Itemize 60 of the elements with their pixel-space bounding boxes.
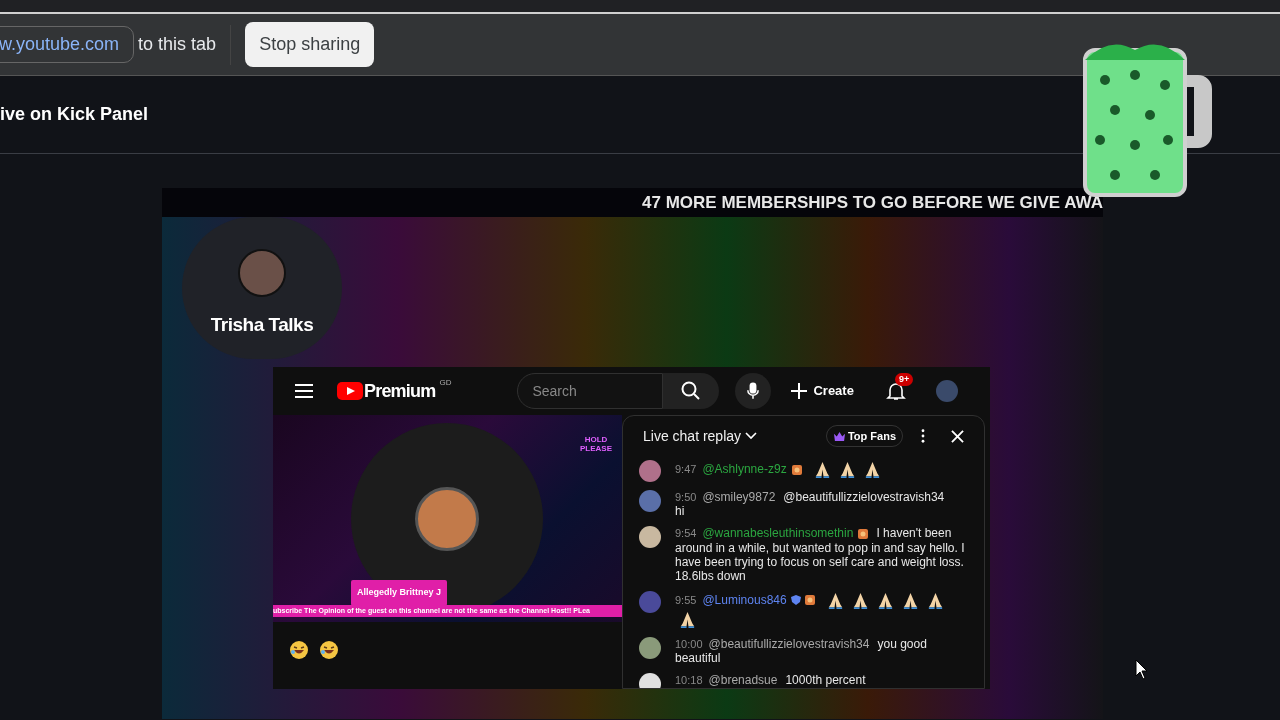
message-time: 10:18: [675, 673, 703, 686]
message-time: 9:47: [675, 462, 697, 475]
message-time: 9:54: [675, 527, 697, 539]
banner-text: 47 MORE MEMBERSHIPS TO GO BEFORE WE GIVE AWA: [642, 191, 1103, 214]
sticker-icon: [802, 593, 817, 608]
shield-icon: [789, 594, 802, 607]
user-avatar: [639, 590, 661, 613]
bell-icon[interactable]: [885, 381, 906, 401]
message-text: you good: [877, 636, 927, 651]
search-field[interactable]: Search: [517, 373, 664, 409]
message-time: 9:55: [675, 593, 697, 606]
author-name[interactable]: @smiley9872: [702, 490, 776, 504]
message-text: @beautifullizzielovestravish34: [783, 490, 945, 504]
microphone-icon: [747, 382, 760, 400]
message-text: beautiful: [675, 650, 722, 665]
author-name[interactable]: @brenadsue: [708, 672, 778, 687]
sticker-icon: [856, 526, 871, 541]
message-time: 9:50: [675, 491, 697, 503]
user-avatar: [639, 526, 661, 548]
message-time: 10:00: [675, 637, 703, 650]
message-text: I haven't been: [876, 526, 952, 540]
search-button[interactable]: [663, 373, 720, 409]
mouse-cursor-icon: [1135, 659, 1149, 681]
close-icon[interactable]: [951, 429, 964, 443]
search-input[interactable]: Search: [532, 380, 649, 402]
author-name[interactable]: @wannabesleuthinsomethin: [702, 526, 854, 540]
menu-icon[interactable]: [295, 384, 313, 398]
laughing-emoji-icon: [319, 640, 339, 660]
hold-please-label: HOLD PLEASE: [579, 435, 613, 453]
laughing-emoji-icon: [289, 640, 309, 660]
create-button[interactable]: Create: [787, 373, 858, 409]
user-avatar: [639, 460, 661, 482]
host-avatar: [238, 249, 286, 297]
voice-search-button[interactable]: [735, 373, 772, 409]
crown-icon: [832, 430, 846, 442]
notification-count: 9+: [894, 373, 914, 386]
chevron-down-icon: [745, 432, 758, 440]
author-name[interactable]: @Ashlynne-z9z: [702, 461, 787, 476]
search-icon: [681, 381, 702, 401]
author-name[interactable]: @beautifullizzielovestravish34: [708, 636, 870, 651]
more-options-icon[interactable]: [921, 429, 925, 443]
host-name: Trisha Talks: [210, 313, 314, 337]
sticker-icon: [789, 462, 804, 477]
panel-title: ive on Kick Panel: [0, 103, 149, 126]
user-avatar: [639, 636, 661, 659]
chat-mode-dropdown[interactable]: Live chat replay: [643, 425, 758, 447]
message-text: hi: [675, 504, 686, 518]
plus-icon: [791, 383, 808, 399]
stop-sharing-button[interactable]: Stop sharing: [245, 22, 375, 67]
share-message: to this tab: [138, 33, 217, 56]
message-text: around in a while, but wanted to pop in and say hello. I have been trying to focus on self care and weight loss. 18.6lbs down: [675, 540, 965, 583]
author-name[interactable]: @Luminous846: [702, 592, 787, 607]
region-code: GD: [439, 377, 452, 389]
guest-name-tag: Allegedly Brittney J: [351, 580, 448, 606]
premium-logo-text[interactable]: Premium: [364, 377, 436, 405]
praying-hands-icon: [678, 609, 697, 629]
message-text: 1000th percent: [785, 672, 866, 687]
play-logo-icon[interactable]: [337, 382, 363, 400]
user-avatar: [639, 490, 661, 512]
user-avatar: [639, 672, 661, 688]
